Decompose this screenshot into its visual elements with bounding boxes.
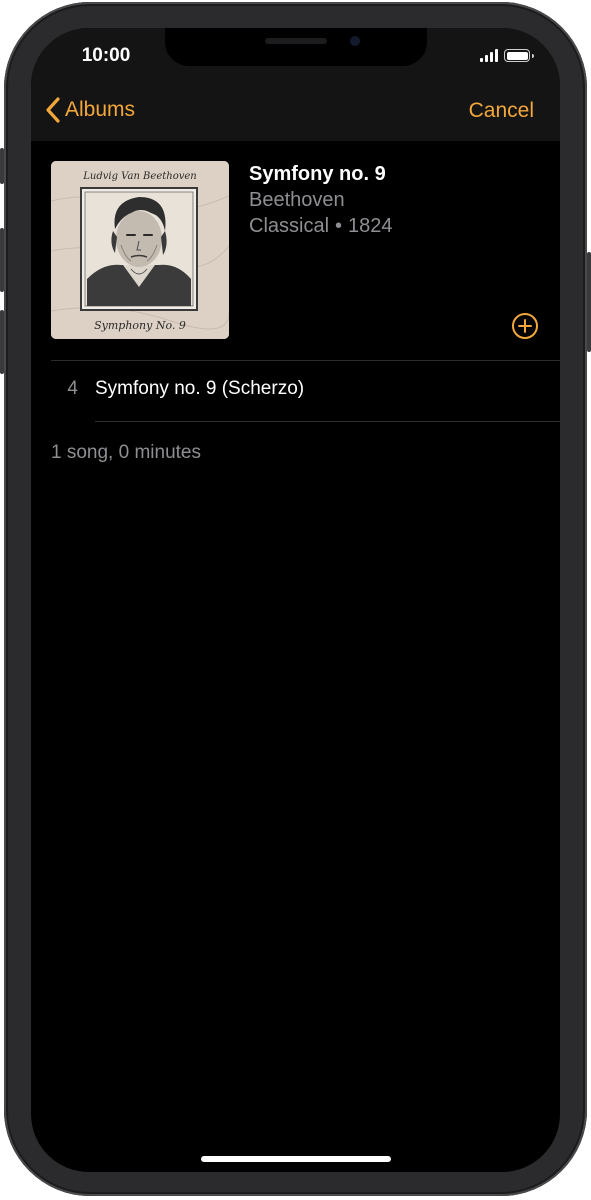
track-number: 4 <box>67 378 78 399</box>
speaker-grille <box>265 38 327 44</box>
back-button[interactable]: Albums <box>45 96 135 124</box>
album-genre: Classical <box>249 215 330 237</box>
track-row[interactable]: 4 Symfony no. 9 (Scherzo) <box>51 361 560 421</box>
home-indicator[interactable] <box>201 1156 391 1162</box>
album-year: 1824 <box>348 215 393 237</box>
notch <box>165 28 427 66</box>
back-button-label: Albums <box>65 98 136 121</box>
meta-separator: • <box>335 215 343 237</box>
battery-icon <box>504 49 534 62</box>
volume-up-button <box>0 228 4 292</box>
status-indicators <box>480 49 534 62</box>
cover-caption-top: Ludvig Van Beethoven <box>82 171 196 182</box>
cancel-button[interactable]: Cancel <box>469 99 534 123</box>
track-divider <box>95 421 560 422</box>
album-cover-image: Ludvig Van Beethoven Symphony No. 9 <box>51 161 229 339</box>
volume-down-button <box>0 310 4 374</box>
cellular-signal-icon <box>480 49 498 62</box>
front-camera <box>350 36 360 46</box>
plus-circle-icon[interactable] <box>511 312 539 340</box>
status-time: 10:00 <box>81 45 131 66</box>
chevron-left-icon <box>46 97 60 123</box>
album-artist[interactable]: Beethoven <box>249 189 345 212</box>
album-summary: 1 song, 0 minutes <box>51 442 201 463</box>
album-title: Symfony no. 9 <box>249 163 386 185</box>
power-button <box>587 252 591 352</box>
screen: 10:00 Albums Cancel Ludvig Van Beethoven… <box>31 28 560 1172</box>
track-title: Symfony no. 9 (Scherzo) <box>95 378 305 399</box>
album-genre-year: Classical • 1824 <box>249 215 393 238</box>
silent-switch <box>0 148 4 184</box>
cover-caption-bottom: Symphony No. 9 <box>94 319 186 332</box>
album-cover: Ludvig Van Beethoven Symphony No. 9 <box>51 161 229 339</box>
